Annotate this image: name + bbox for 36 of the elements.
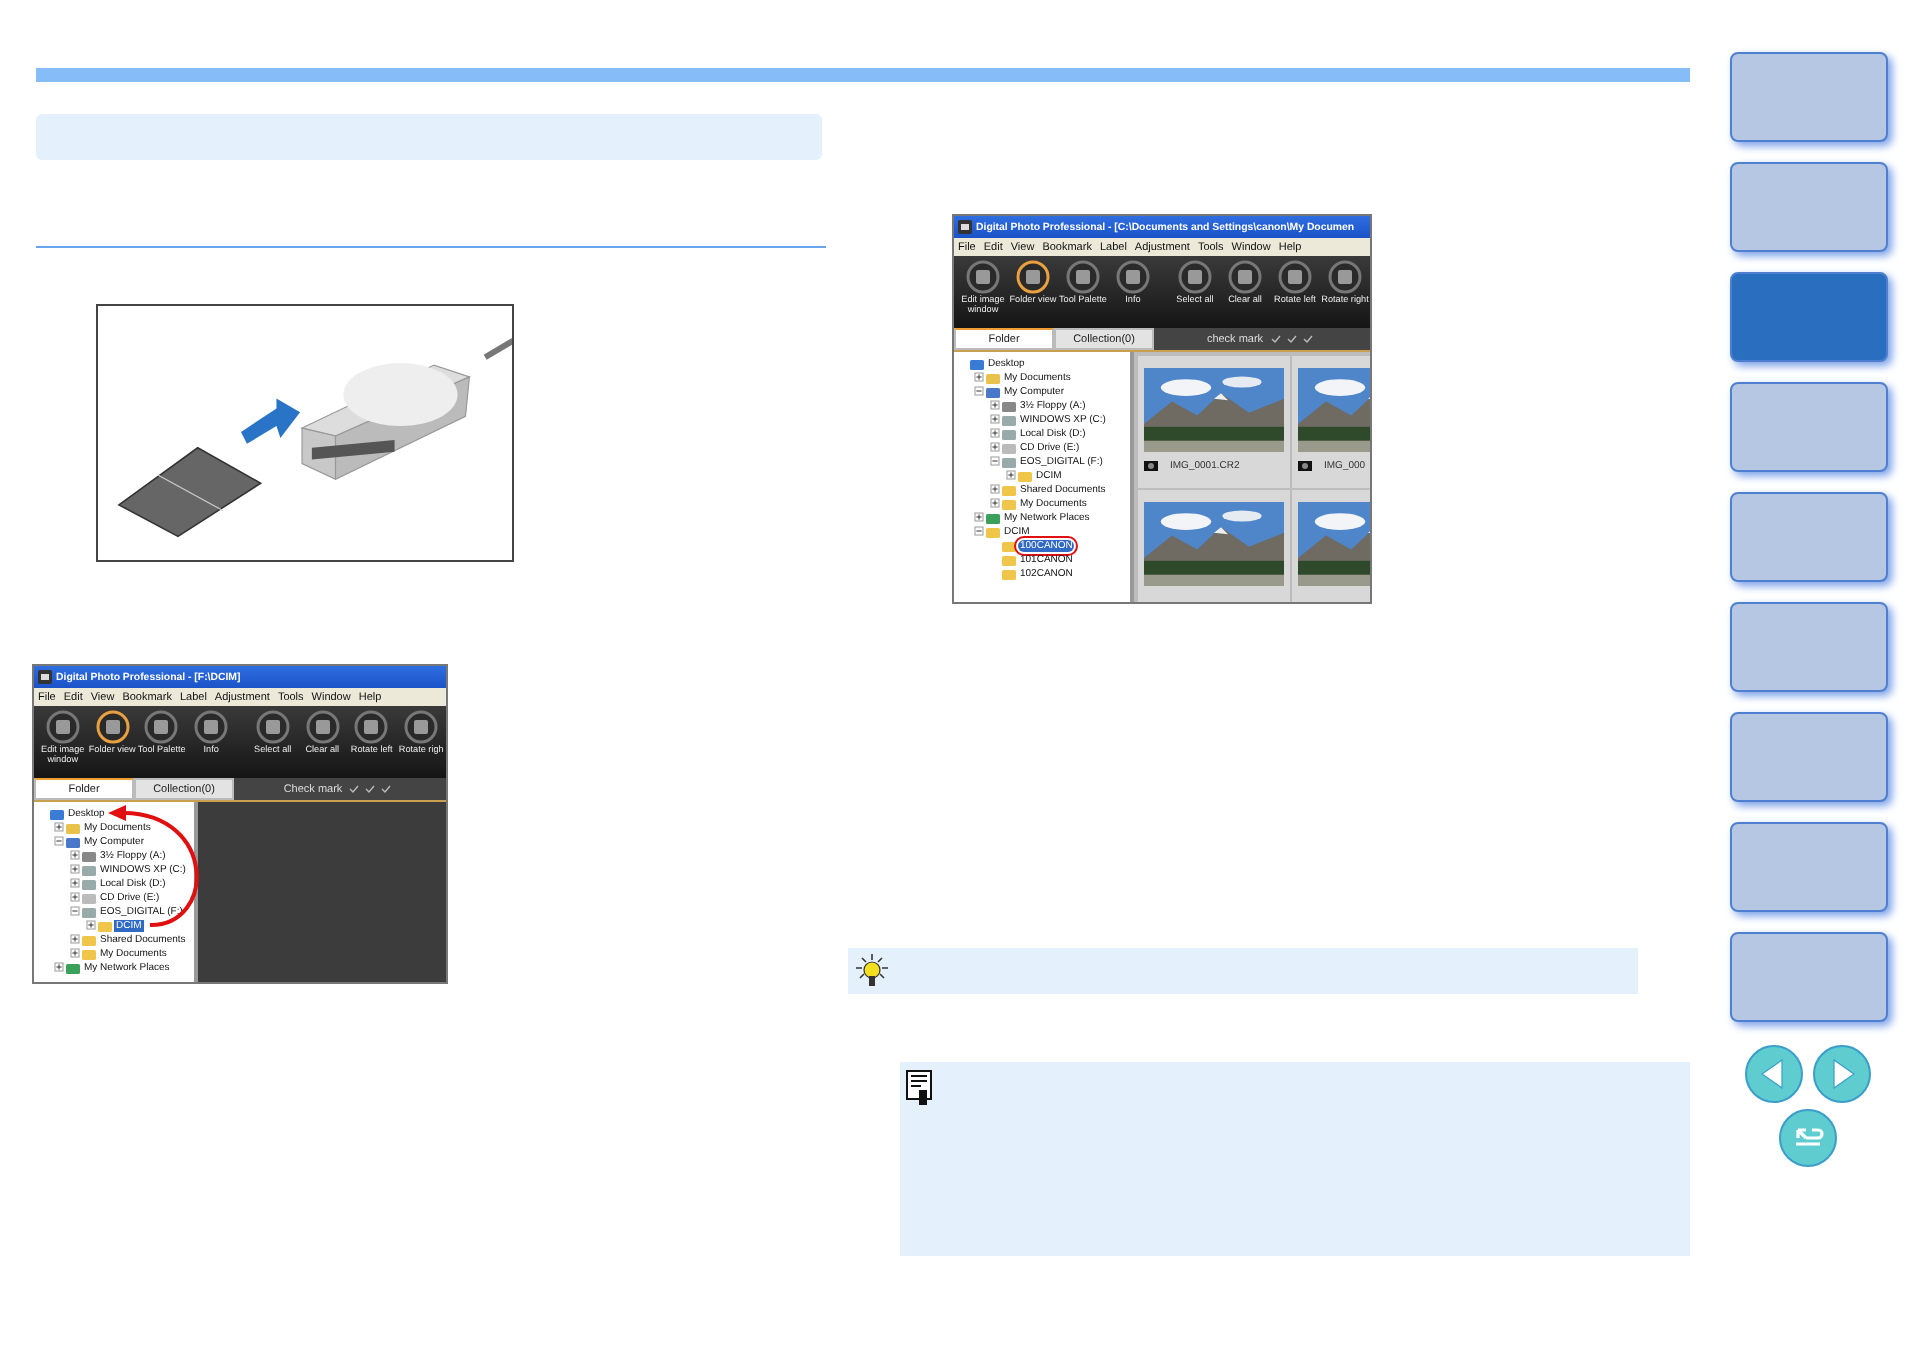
expander-icon[interactable] (70, 934, 80, 944)
camera-icon (1144, 458, 1158, 472)
expander-icon[interactable] (990, 456, 1000, 466)
app-icon (958, 220, 972, 234)
expander-icon[interactable] (990, 400, 1000, 410)
folder-icon (986, 371, 1000, 383)
thumbnail-cell[interactable] (1138, 490, 1290, 602)
expander-icon[interactable] (86, 920, 96, 930)
expander-icon[interactable] (70, 864, 80, 874)
expander-icon[interactable] (70, 892, 80, 902)
expander-icon[interactable] (1006, 470, 1016, 480)
expander-icon[interactable] (974, 512, 984, 522)
lightbulb-icon (854, 953, 890, 989)
expander-icon[interactable] (54, 822, 64, 832)
expander-icon[interactable] (54, 836, 64, 846)
expander-icon[interactable] (990, 414, 1000, 424)
expander-icon[interactable] (990, 498, 1000, 508)
return-button[interactable] (1778, 1108, 1838, 1168)
expander-icon[interactable] (974, 386, 984, 396)
expander-icon[interactable] (974, 526, 984, 536)
next-page-button[interactable] (1812, 1044, 1872, 1104)
expander-icon[interactable] (70, 850, 80, 860)
expander-icon[interactable] (990, 442, 1000, 452)
expander-icon[interactable] (70, 906, 80, 916)
expander-icon[interactable] (70, 878, 80, 888)
note-icon (906, 1070, 934, 1106)
app-icon (38, 670, 52, 684)
expander-icon[interactable] (54, 962, 64, 972)
camera-icon (1298, 458, 1312, 472)
expander-icon[interactable] (990, 428, 1000, 438)
expander-icon[interactable] (70, 948, 80, 958)
check-marks-icon (1269, 334, 1318, 344)
previous-page-button[interactable] (1744, 1044, 1804, 1104)
expander-icon[interactable] (990, 484, 1000, 494)
expander-icon[interactable] (974, 372, 984, 382)
folder-icon (66, 821, 80, 833)
